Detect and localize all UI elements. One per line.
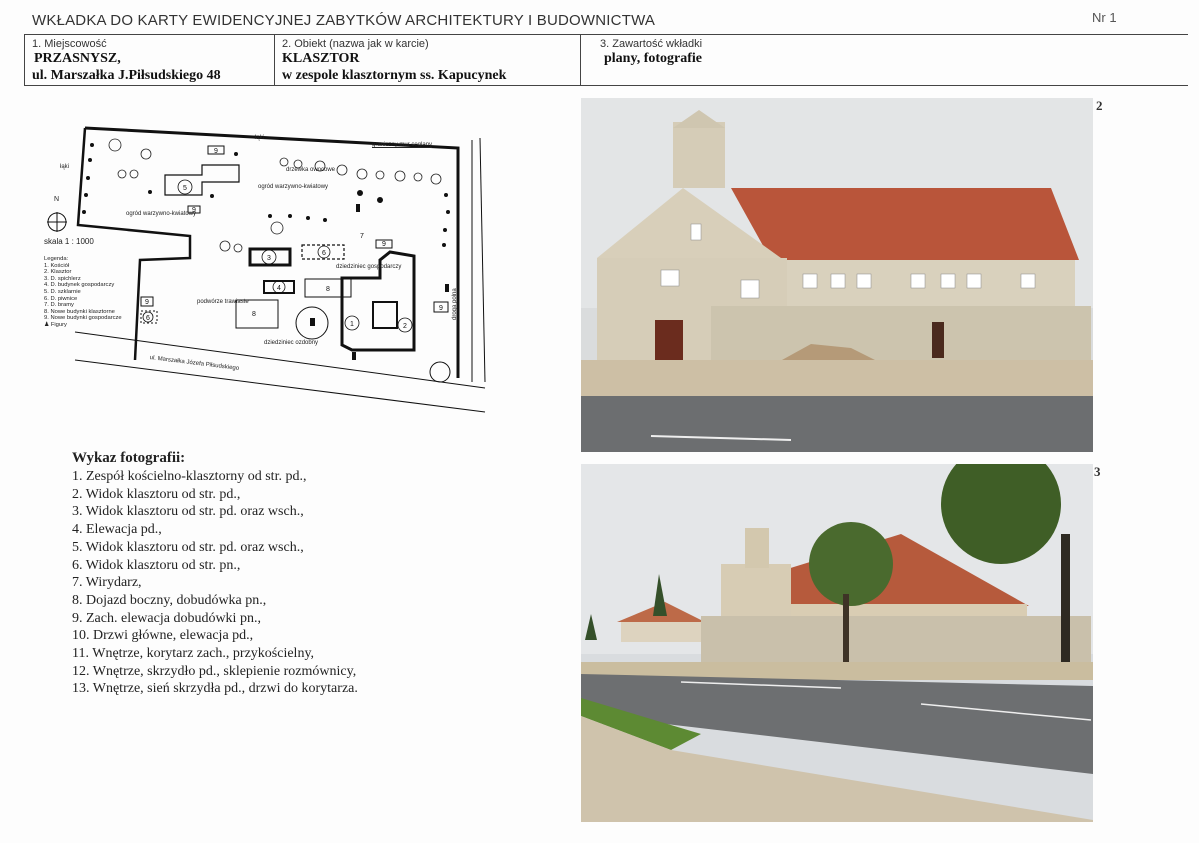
- field-object: 2. Obiekt (nazwa jak w karcie) KLASZTOR …: [282, 38, 506, 84]
- legend-item: 7. D. bramy: [44, 302, 74, 309]
- header-divider-left: [24, 34, 25, 86]
- list-item: 11. Wnętrze, korytarz zach., przykościel…: [72, 646, 315, 662]
- marker-6: 6: [322, 250, 326, 257]
- list-item: 9. Zach. elewacja dobudówki pn.,: [72, 610, 261, 626]
- cloister: [372, 301, 398, 329]
- list-item: 12. Wnętrze, skrzydło pd., sklepienie ro…: [72, 663, 357, 679]
- marker-9b: 9: [382, 241, 386, 248]
- photo-monastery-south: [581, 98, 1093, 452]
- list-item: 10. Drzwi główne, elewacja pd.,: [72, 628, 254, 644]
- building-5: [164, 164, 240, 196]
- legend-item: 9. Nowe budynki gospodarcze: [44, 315, 122, 322]
- legend-item: 5. D. szklarnie: [44, 288, 81, 295]
- photos-list-title: Wykaz fotografii:: [72, 450, 186, 466]
- list-item: 8. Dojazd boczny, dobudówka pn.,: [72, 592, 267, 608]
- marker-1: 1: [350, 321, 354, 328]
- field-road-2: [479, 137, 486, 383]
- corner-circle: [429, 361, 451, 383]
- header-rule-top: [24, 34, 1188, 35]
- legend-item: 1. Kościół: [44, 262, 70, 269]
- legend-item: 4. D. budynek gospodarczy: [44, 282, 115, 289]
- marker-6-left: 6: [146, 315, 150, 322]
- field-object-line1: KLASZTOR: [282, 51, 360, 66]
- field-contents-label: 3. Zawartość wkładki: [600, 38, 703, 50]
- label-scale: skala 1 : 1000: [44, 237, 94, 246]
- list-item: 3. Widok klasztoru od str. pd. oraz wsch…: [72, 504, 304, 520]
- marker-8b: 8: [252, 311, 256, 318]
- marker-4: 4: [277, 285, 281, 292]
- label-north: N: [54, 196, 60, 203]
- list-item: 5. Widok klasztoru od str. pd. oraz wsch…: [72, 539, 304, 555]
- label-grass-yard: podwórze trawiaste: [197, 299, 249, 305]
- list-item: 1. Zespół kościelno-klasztorny od str. p…: [72, 469, 307, 484]
- label-meadows-left: łąki: [60, 164, 70, 170]
- legend-item: 8. Nowe budynki klasztorne: [44, 308, 115, 315]
- list-item: 13. Wnętrze, sień skrzydła pd., drzwi do…: [72, 681, 358, 697]
- legend-item: ♟ Figury: [44, 321, 67, 328]
- label-garden-2: ogród warzywno-kwiatowy: [126, 211, 197, 217]
- header-divider-2: [580, 34, 581, 86]
- legend-item: 3. D. spichlerz: [44, 275, 81, 282]
- label-field-road: droga polna: [452, 288, 458, 320]
- field-contents: 3. Zawartość wkładki plany, fotografie: [600, 38, 702, 67]
- label-farmyard: dziedziniec gospodarczy: [336, 264, 402, 270]
- label-orchard: drzewka owocowe: [286, 167, 336, 173]
- list-item: 6. Widok klasztoru od str. pn.,: [72, 557, 241, 573]
- marker-5: 5: [183, 185, 187, 192]
- list-item: 7. Wirydarz,: [72, 575, 142, 591]
- trees: [108, 138, 442, 253]
- marker-9d: 9: [145, 299, 149, 306]
- marker-9a: 9: [214, 148, 218, 155]
- label-decor-yard: dziedziniec ozdobny: [264, 340, 319, 346]
- label-meadows-top: łąki: [255, 135, 265, 141]
- figure-icon: ♟: [44, 321, 50, 328]
- marker-9c: 9: [439, 305, 443, 312]
- legend-item: 6. D. piwnice: [44, 295, 78, 302]
- page-title: WKŁADKA DO KARTY EWIDENCYJNEJ ZABYTKÓW A…: [32, 12, 656, 29]
- header-rule-bottom: [24, 85, 1188, 86]
- marker-7: 7: [360, 233, 364, 240]
- field-contents-value: plany, fotografie: [604, 51, 702, 66]
- legend-title: Legenda:: [44, 256, 69, 262]
- photos-list: 1. Zespół kościelno-klasztorny od str. p…: [72, 468, 358, 698]
- field-location-line1: PRZASNYSZ,: [34, 51, 121, 66]
- field-object-label: 2. Obiekt (nazwa jak w karcie): [282, 38, 429, 50]
- marker-3: 3: [267, 255, 271, 262]
- list-item: 4. Elewacja pd.,: [72, 522, 162, 538]
- photo-monastery-southeast: [581, 464, 1093, 822]
- label-brick-wall: graniczny mur ceglany: [372, 142, 433, 148]
- legend-item: 2. Klasztor: [44, 269, 72, 276]
- marker-8a: 8: [326, 286, 330, 293]
- field-location-label: 1. Miejscowość: [32, 38, 107, 50]
- header-divider-1: [274, 34, 275, 86]
- photo-number-2: 2: [1096, 98, 1103, 113]
- field-location: 1. Miejscowość PRZASNYSZ, ul. Marszałka …: [32, 38, 221, 84]
- field-object-line2: w zespole klasztornym ss. Kapucynek: [282, 68, 507, 83]
- label-garden-1: ogród warzywno-kwiatowy: [258, 184, 329, 190]
- street-line-2: [74, 359, 486, 413]
- field-location-line2: ul. Marszałka J.Piłsudskiego 48: [32, 68, 221, 83]
- marker-2: 2: [403, 323, 407, 330]
- plan-legend: Legenda: 1. Kościół 2. Klasztor 3. D. sp…: [44, 256, 122, 329]
- photo-number-3: 3: [1094, 464, 1101, 479]
- sheet-number: Nr 1: [1092, 10, 1117, 25]
- list-item: 2. Widok klasztoru od str. pd.,: [72, 486, 241, 502]
